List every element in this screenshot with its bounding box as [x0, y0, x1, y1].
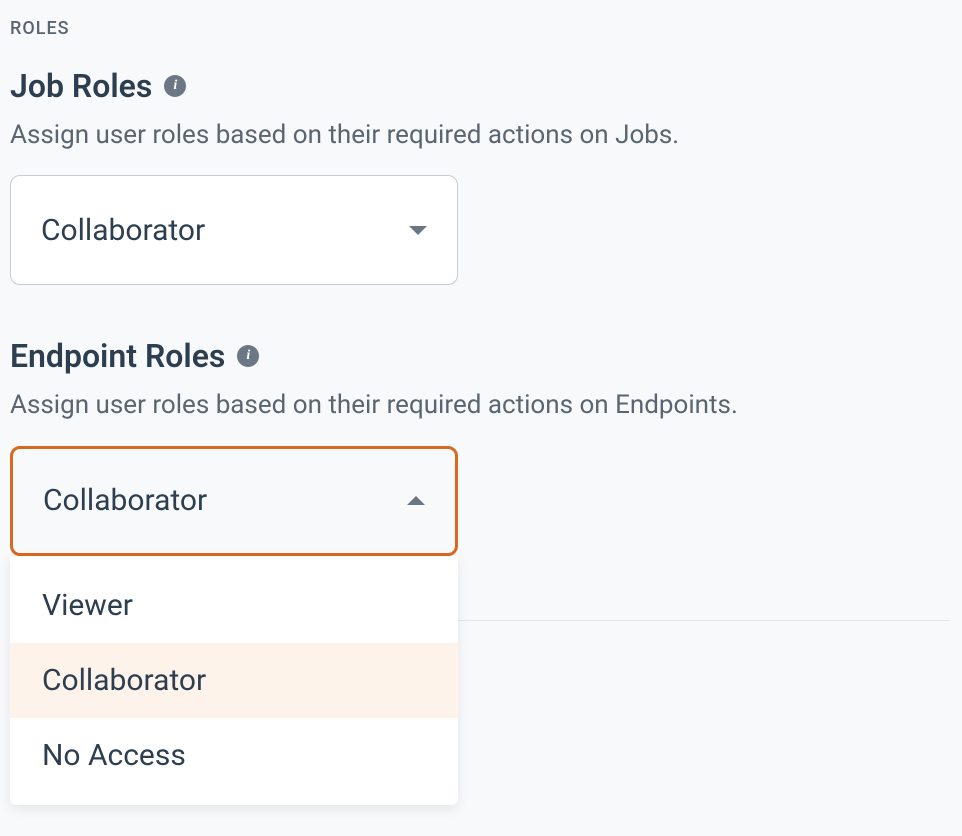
dropdown-option-collaborator[interactable]: Collaborator [10, 643, 458, 718]
endpoint-roles-description: Assign user roles based on their require… [10, 387, 952, 423]
job-roles-select[interactable]: Collaborator [10, 175, 458, 285]
dropdown-option-no-access[interactable]: No Access [10, 718, 458, 793]
section-label: ROLES [10, 18, 952, 39]
job-roles-select-value: Collaborator [41, 213, 205, 248]
chevron-up-icon [407, 496, 425, 505]
info-icon[interactable]: i [237, 345, 259, 367]
job-roles-heading-row: Job Roles i [10, 67, 952, 105]
job-roles-description: Assign user roles based on their require… [10, 117, 952, 153]
job-roles-heading: Job Roles [10, 67, 152, 105]
info-icon[interactable]: i [164, 75, 186, 97]
chevron-down-icon [409, 226, 427, 235]
dropdown-option-viewer[interactable]: Viewer [10, 568, 458, 643]
endpoint-roles-dropdown: Viewer Collaborator No Access [10, 556, 458, 805]
endpoint-roles-select-value: Collaborator [43, 483, 207, 518]
endpoint-roles-select[interactable]: Collaborator [10, 446, 458, 556]
endpoint-roles-heading: Endpoint Roles [10, 337, 225, 375]
endpoint-roles-heading-row: Endpoint Roles i [10, 337, 952, 375]
